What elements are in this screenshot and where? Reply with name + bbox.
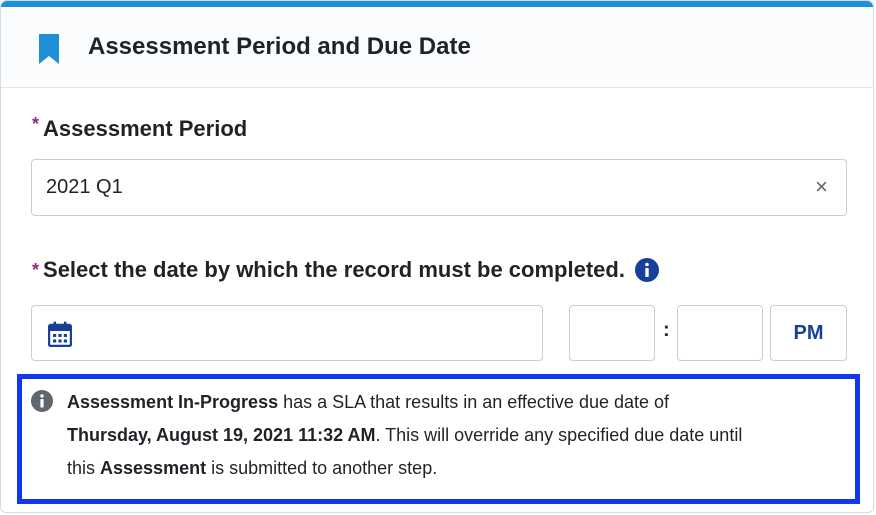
time-separator: : (663, 319, 670, 341)
assessment-panel: Assessment Period and Due Date * Assessme… (0, 0, 874, 513)
required-marker: * (32, 114, 40, 134)
due-date-label: * Select the date by which the record mus… (32, 257, 659, 283)
calendar-icon[interactable] (48, 321, 72, 347)
notice-text-segment: is submitted to another step. (206, 458, 438, 478)
notice-text-segment: has a SLA that results in an effective d… (278, 392, 670, 412)
assessment-period-label: * Assessment Period (32, 114, 247, 142)
bookmark-icon (39, 34, 59, 64)
assessment-period-value: 2021 Q1 (46, 176, 123, 198)
due-date-label-text: Select the date by which the record must… (43, 257, 625, 282)
due-date-input[interactable] (31, 305, 543, 361)
info-icon (31, 390, 53, 412)
panel-title: Assessment Period and Due Date (88, 33, 471, 60)
assessment-period-label-text: Assessment Period (43, 116, 248, 141)
hour-input[interactable] (569, 305, 655, 361)
panel-header: Assessment Period and Due Date (1, 7, 873, 88)
notice-status-name: Assessment In-Progress (67, 392, 279, 412)
assessment-period-select[interactable]: 2021 Q1 × (31, 159, 847, 216)
info-icon[interactable] (634, 258, 659, 282)
minute-input[interactable] (677, 305, 763, 361)
clear-icon[interactable]: × (815, 174, 828, 200)
ampm-toggle-button[interactable]: PM (770, 305, 847, 361)
sla-notice: Assessment In-Progress has a SLA that re… (17, 374, 860, 504)
required-marker: * (32, 259, 40, 280)
notice-due-date: Thursday, August 19, 2021 11:32 AM (67, 425, 376, 445)
notice-record-type: Assessment (100, 458, 207, 478)
sla-notice-text: Assessment In-Progress has a SLA that re… (67, 386, 767, 485)
